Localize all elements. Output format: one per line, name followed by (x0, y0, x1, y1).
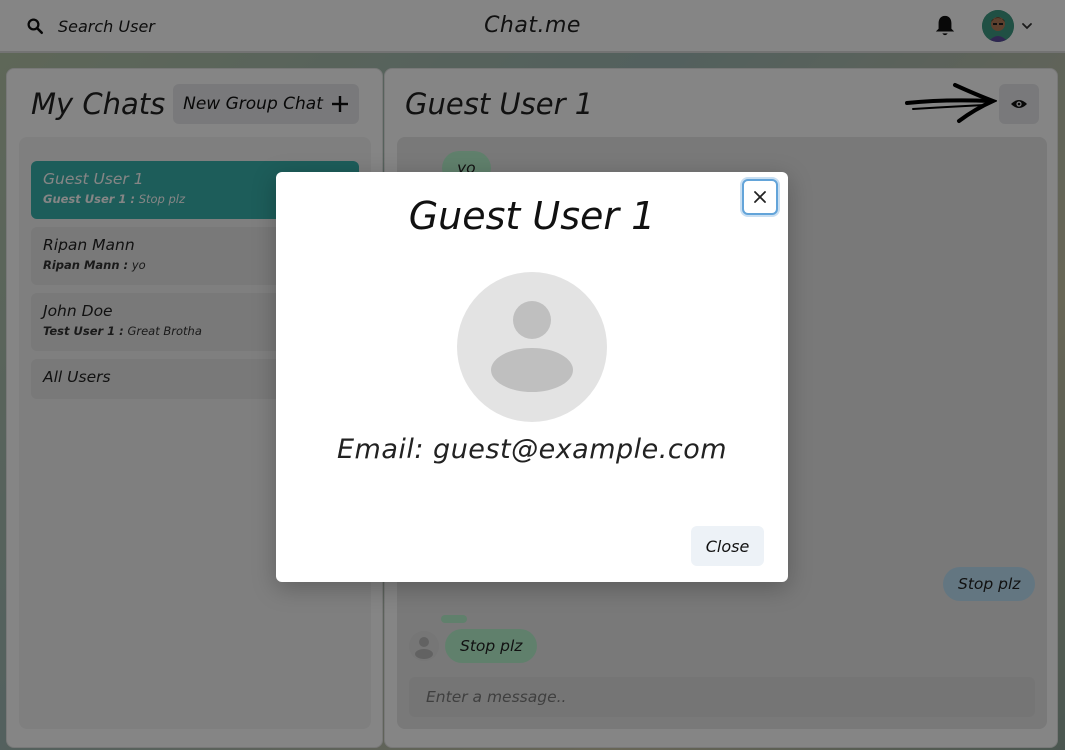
user-placeholder-icon (491, 301, 573, 392)
close-button[interactable]: Close (691, 526, 764, 566)
modal-email: Email: guest@example.com (336, 434, 728, 465)
close-icon (754, 191, 766, 203)
modal-close-icon-button[interactable] (742, 179, 778, 215)
profile-picture (457, 272, 607, 422)
modal-title: Guest User 1 (408, 194, 656, 238)
profile-modal: Guest User 1 Email: guest@example.com Cl… (276, 172, 788, 582)
